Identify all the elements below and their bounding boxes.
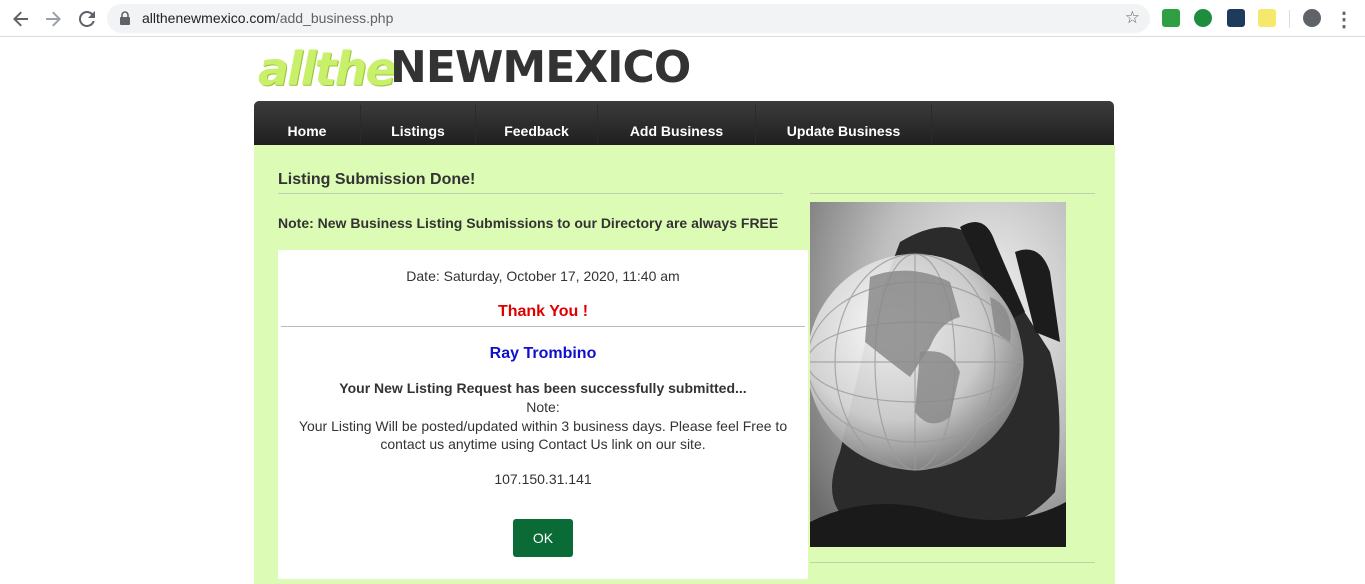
star-icon[interactable]: ☆ (1125, 8, 1140, 28)
nav-add-business[interactable]: Add Business (598, 105, 756, 149)
globe-in-hand-image (810, 202, 1066, 547)
sidebar-divider-top (810, 193, 1095, 194)
page-title: Listing Submission Done! (278, 171, 476, 188)
extension-green-icon[interactable] (1162, 9, 1180, 27)
lock-icon (119, 11, 133, 26)
url-text: allthenewmexico.com/add_business.php (142, 10, 394, 26)
extension-folder-icon[interactable] (1227, 9, 1245, 27)
confirmation-card: Date: Saturday, October 17, 2020, 11:40 … (278, 250, 808, 579)
site-logo[interactable]: allthe NEWMEXICO (258, 42, 691, 100)
ip-address: 107.150.31.141 (494, 471, 592, 487)
nav-listings[interactable]: Listings (361, 105, 476, 149)
note-body: Your Listing Will be posted/updated with… (298, 418, 788, 452)
extension-note-icon[interactable] (1258, 9, 1276, 27)
web-page: allthe NEWMEXICO Home Listings Feedback … (0, 38, 1365, 584)
success-message: Your New Listing Request has been succes… (339, 380, 747, 396)
toolbar-divider (1289, 10, 1290, 28)
back-icon[interactable] (9, 7, 33, 31)
logo-part2: NEWMEXICO (390, 42, 691, 93)
main-nav: Home Listings Feedback Add Business Upda… (254, 101, 1114, 149)
free-note: Note: New Business Listing Submissions t… (278, 215, 779, 231)
thank-you-heading: Thank You ! (497, 303, 589, 320)
title-divider (278, 193, 783, 194)
nav-feedback[interactable]: Feedback (476, 105, 598, 149)
ok-button[interactable]: OK (513, 519, 573, 557)
nav-home[interactable]: Home (254, 105, 361, 149)
kebab-menu-icon[interactable]: ⋮ (1332, 7, 1356, 31)
submitter-name: Ray Trombino (489, 345, 597, 362)
content-area: Listing Submission Done! Note: New Busin… (254, 145, 1115, 584)
nav-update-business[interactable]: Update Business (756, 105, 932, 149)
forward-icon[interactable] (41, 7, 65, 31)
logo-part1: allthe (258, 42, 397, 96)
card-divider (281, 326, 805, 327)
sidebar-divider-bottom (810, 562, 1095, 563)
address-bar[interactable]: allthenewmexico.com/add_business.php ☆ (107, 4, 1150, 33)
extension-circle-icon[interactable] (1194, 9, 1212, 27)
reload-icon[interactable] (75, 7, 99, 31)
account-circle-icon[interactable] (1303, 9, 1321, 27)
submission-date: Date: Saturday, October 17, 2020, 11:40 … (406, 268, 680, 284)
note-label: Note: (526, 399, 560, 415)
browser-toolbar: allthenewmexico.com/add_business.php ☆ ⋮ (0, 0, 1365, 37)
